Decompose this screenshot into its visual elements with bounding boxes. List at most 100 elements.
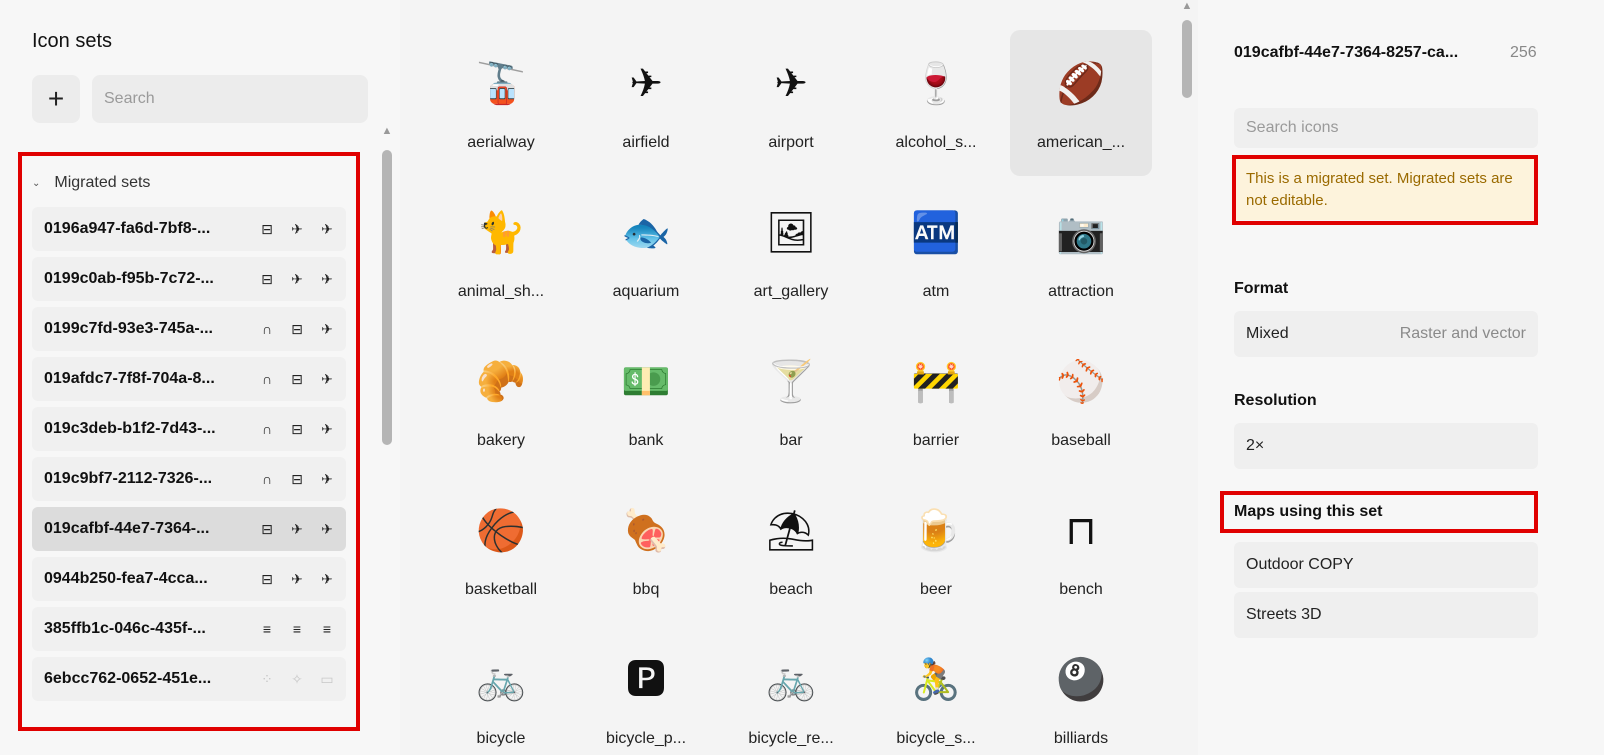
beach-icon: ⛱	[765, 509, 817, 553]
group-header-migrated[interactable]: ⌄ Migrated sets	[32, 170, 150, 196]
set-preview-icons: ≡ ≡ ≡	[258, 621, 336, 637]
preview-icon: ✈	[291, 220, 303, 237]
icon-label: aquarium	[612, 283, 680, 300]
baseball-icon: ⚾	[1056, 360, 1106, 404]
set-details-panel: 019cafbf-44e7-7364-8257-ca... 256 This i…	[1198, 0, 1604, 755]
sets-search-input[interactable]	[92, 75, 368, 123]
preview-icon: ≡	[292, 621, 302, 637]
set-list-item[interactable]: 0199c0ab-f95b-7c72-... ⊟ ✈ ✈	[32, 257, 346, 301]
preview-icon: ⊟	[261, 220, 273, 237]
icon-count: 256	[1510, 44, 1537, 61]
icon-tile[interactable]: 💵 bank	[575, 328, 717, 474]
icon-label: animal_sh...	[457, 283, 545, 300]
icon-search-input[interactable]	[1234, 108, 1538, 148]
set-name: 6ebcc762-0652-451e...	[44, 670, 212, 687]
icon-tile[interactable]: 🚧 barrier	[865, 328, 1007, 474]
add-set-button[interactable]: +	[32, 75, 80, 123]
preview-icon: ✈	[321, 470, 333, 487]
icon-label: bicycle_p...	[605, 730, 687, 747]
bicycle-s-icon: 🚴	[911, 658, 961, 702]
plus-icon: +	[47, 83, 65, 114]
atm-icon: 🏧	[911, 211, 961, 255]
map-item[interactable]: Streets 3D	[1234, 592, 1538, 638]
icon-tile[interactable]: ✈ airfield	[575, 30, 717, 176]
preview-icon: ⊟	[261, 270, 273, 287]
set-name: 019c9bf7-2112-7326-...	[44, 470, 213, 487]
icon-tile[interactable]: 🚡 aerialway	[430, 30, 572, 176]
preview-icon: ✈	[321, 520, 333, 537]
set-list-item[interactable]: 0199c7fd-93e3-745a-... ∩ ⊟ ✈	[32, 307, 346, 351]
scroll-up-icon[interactable]: ▲	[380, 125, 394, 137]
sets-scrollbar[interactable]: ▲	[380, 125, 394, 735]
map-item[interactable]: Outdoor COPY	[1234, 542, 1538, 588]
set-list-item[interactable]: 385ffb1c-046c-435f-... ≡ ≡ ≡	[32, 607, 346, 651]
preview-icon: ∩	[261, 421, 273, 437]
icon-tile[interactable]: 🏧 atm	[865, 179, 1007, 325]
set-list-item[interactable]: 6ebcc762-0652-451e... ⁘ ✧ ▭	[32, 657, 346, 701]
panel-title: Icon sets	[32, 30, 113, 52]
bicycle-p-icon: 🅿	[626, 658, 666, 702]
preview-icon: ✈	[321, 370, 333, 387]
set-preview-icons: ⊟ ✈ ✈	[258, 571, 336, 588]
icon-label: beer	[919, 581, 953, 598]
attraction-icon: 📷	[1056, 211, 1106, 255]
set-list-item[interactable]: 0196a947-fa6d-7bf8-... ⊟ ✈ ✈	[32, 207, 346, 251]
set-list-item[interactable]: 019cafbf-44e7-7364-... ⊟ ✈ ✈	[32, 507, 346, 551]
preview-icon: ✈	[291, 270, 303, 287]
icon-label: barrier	[912, 432, 960, 449]
set-list-item[interactable]: 019c9bf7-2112-7326-... ∩ ⊟ ✈	[32, 457, 346, 501]
icon-tile[interactable]: ✈ airport	[720, 30, 862, 176]
icon-label: bicycle	[476, 730, 526, 747]
format-secondary: Raster and vector	[1399, 325, 1526, 342]
set-preview-icons: ⊟ ✈ ✈	[258, 271, 336, 288]
icon-label: bench	[1059, 581, 1103, 598]
set-list-item[interactable]: 0944b250-fea7-4cca... ⊟ ✈ ✈	[32, 557, 346, 601]
icon-tile[interactable]: 🥐 bakery	[430, 328, 572, 474]
set-name: 019c3deb-b1f2-7d43-...	[44, 420, 216, 437]
icon-tile[interactable]: ⊓ bench	[1010, 477, 1152, 623]
set-name: 0199c0ab-f95b-7c72-...	[44, 270, 214, 287]
icon-tile[interactable]: 🐟 aquarium	[575, 179, 717, 325]
scrollbar-thumb[interactable]	[1182, 20, 1192, 98]
set-list-item[interactable]: 019afdc7-7f8f-704a-8... ∩ ⊟ ✈	[32, 357, 346, 401]
icon-tile[interactable]: 🏀 basketball	[430, 477, 572, 623]
icon-tile[interactable]: 📷 attraction	[1010, 179, 1152, 325]
icon-tile[interactable]: 🚲 bicycle_re...	[720, 626, 862, 755]
chevron-down-icon: ⌄	[32, 177, 41, 189]
preview-icon: ⊟	[261, 520, 273, 537]
preview-icon: ∩	[261, 471, 273, 487]
set-preview-icons: ∩ ⊟ ✈	[258, 371, 336, 388]
aerialway-icon: 🚡	[476, 62, 526, 106]
icon-label: aerialway	[467, 134, 535, 151]
set-list-item[interactable]: 019c3deb-b1f2-7d43-... ∩ ⊟ ✈	[32, 407, 346, 451]
icon-tile[interactable]: 🎱 billiards	[1010, 626, 1152, 755]
set-preview-icons: ⁘ ✧ ▭	[258, 671, 336, 688]
set-preview-icons: ∩ ⊟ ✈	[258, 321, 336, 338]
icon-tile[interactable]: 🚲 bicycle	[430, 626, 572, 755]
icon-tile[interactable]: 🐈 animal_sh...	[430, 179, 572, 325]
icon-tile[interactable]: 🍷 alcohol_s...	[865, 30, 1007, 176]
icon-tile[interactable]: ⚾ baseball	[1010, 328, 1152, 474]
icon-tile[interactable]: 🏈 american_...	[1010, 30, 1152, 176]
set-title: 019cafbf-44e7-7364-8257-ca...	[1234, 44, 1459, 61]
set-preview-icons: ∩ ⊟ ✈	[258, 471, 336, 488]
maps-label: Maps using this set	[1234, 503, 1383, 520]
icon-tile[interactable]: 🍖 bbq	[575, 477, 717, 623]
icon-tile[interactable]: 🚴 bicycle_s...	[865, 626, 1007, 755]
airport-icon: ✈	[774, 62, 808, 106]
grid-scrollbar[interactable]: ▲	[1180, 0, 1194, 755]
icon-label: american_...	[1036, 134, 1126, 151]
preview-icon: ✈	[321, 220, 333, 237]
bench-icon: ⊓	[1065, 509, 1097, 553]
icon-tile[interactable]: 🍺 beer	[865, 477, 1007, 623]
icon-tile[interactable]: 🖼 art_gallery	[720, 179, 862, 325]
icon-tile[interactable]: ⛱ beach	[720, 477, 862, 623]
icon-label: beach	[769, 581, 813, 598]
icon-tile[interactable]: 🍸 bar	[720, 328, 862, 474]
icon-tile[interactable]: 🅿bicycle_p...	[575, 626, 717, 755]
scrollbar-thumb[interactable]	[382, 150, 392, 445]
resolution-value: 2×	[1246, 437, 1265, 454]
set-preview-icons: ⊟ ✈ ✈	[258, 521, 336, 538]
scroll-up-icon[interactable]: ▲	[1180, 0, 1194, 12]
icon-label: bbq	[632, 581, 660, 598]
